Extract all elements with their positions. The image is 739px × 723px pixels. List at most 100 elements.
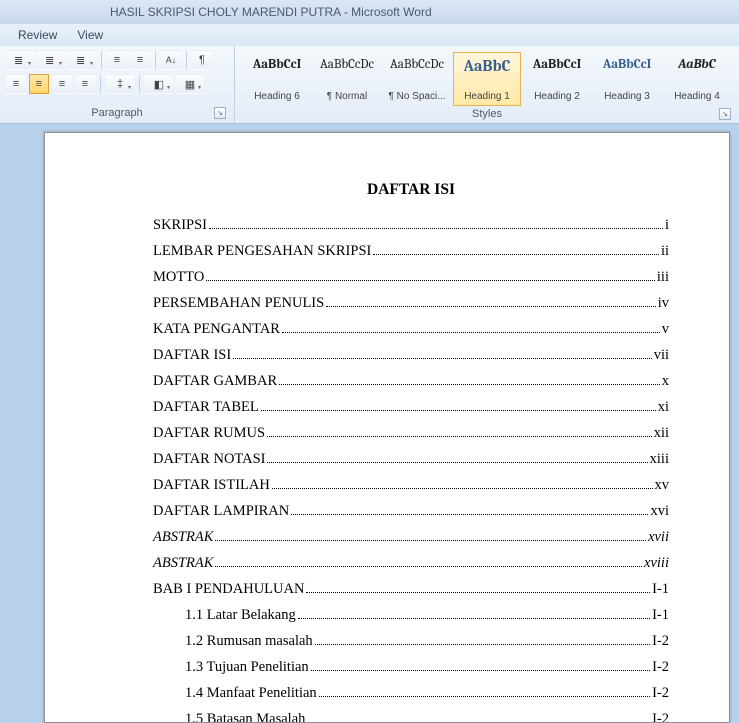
toc-page-number: I-1 <box>652 581 669 598</box>
toc-leader-dots <box>319 696 650 697</box>
toc-page-number: xvi <box>650 503 669 520</box>
paragraph-dialog-launcher[interactable]: ↘ <box>214 107 226 119</box>
sort-button[interactable]: A↓ <box>161 50 181 70</box>
ribbon-group-styles: AaBbCcIHeading 6AaBbCcDc¶ NormalAaBbCcDc… <box>235 46 739 123</box>
toc-page-number: x <box>662 373 669 390</box>
style-item-heading-6[interactable]: AaBbCcIHeading 6 <box>243 52 311 106</box>
toc-text: KATA PENGANTAR <box>153 321 280 338</box>
document-page[interactable]: DAFTAR ISI SKRIPSIi LEMBAR PENGESAHAN SKR… <box>44 132 730 723</box>
toc-leader-dots <box>267 436 652 437</box>
toc-entry: DAFTAR GAMBAR x <box>153 373 669 390</box>
tab-view[interactable]: View <box>77 28 103 42</box>
toc-entry: 1.1 Latar BelakangI-1 <box>153 607 669 624</box>
toc-entry: 1.2 Rumusan masalah I-2 <box>153 633 669 650</box>
toc-entry: 1.5 Batasan MasalahI-2 <box>153 711 669 723</box>
toc-text: DAFTAR ISI <box>153 347 231 364</box>
ribbon-group-paragraph: ≣ ≣ ≣ ≡ ≡ A↓ ¶ ≡ ≡ ≡ ≡ ‡ ◧ ▦ <box>0 46 235 123</box>
style-preview: AaBbC <box>464 57 511 75</box>
style-preview: AaBbCcDc <box>320 57 374 72</box>
toc-leader-dots <box>209 228 663 229</box>
toc-page-number: iii <box>657 269 669 286</box>
toc-entry: ABSTRAKxviii <box>153 555 669 572</box>
toc-page-number: I-2 <box>652 659 669 676</box>
toc-leader-dots <box>215 566 642 567</box>
toc-leader-dots <box>311 670 650 671</box>
style-item-heading-2[interactable]: AaBbCcIHeading 2 <box>523 52 591 106</box>
toc-text: ABSTRAK <box>153 529 213 546</box>
ribbon: ≣ ≣ ≣ ≡ ≡ A↓ ¶ ≡ ≡ ≡ ≡ ‡ ◧ ▦ <box>0 46 739 124</box>
style-label: Heading 3 <box>604 91 650 102</box>
toc-entry: DAFTAR RUMUS xii <box>153 425 669 442</box>
toc-text: BAB I PENDAHULUAN <box>153 581 304 598</box>
styles-gallery: AaBbCcIHeading 6AaBbCcDc¶ NormalAaBbCcDc… <box>241 50 733 108</box>
justify-button[interactable]: ≡ <box>75 74 95 94</box>
toc-text: LEMBAR PENGESAHAN SKRIPSI <box>153 243 371 260</box>
toc-text: DAFTAR TABEL <box>153 399 259 416</box>
align-center-button[interactable]: ≡ <box>29 74 49 94</box>
paragraph-group-label: Paragraph ↘ <box>6 107 228 121</box>
toc-entry: SKRIPSIi <box>153 217 669 234</box>
toc-entry: MOTTO iii <box>153 269 669 286</box>
toc-entry: ABSTRAKxvii <box>153 529 669 546</box>
toc-entry: DAFTAR ISI vii <box>153 347 669 364</box>
window-title: HASIL SKRIPSI CHOLY MARENDI PUTRA - Micr… <box>110 5 432 19</box>
toc-text: 1.3 Tujuan Penelitian <box>185 659 309 676</box>
style-preview: AaBbCcI <box>253 57 302 72</box>
style-item-heading-4[interactable]: AaBbCHeading 4 <box>663 52 731 106</box>
toc-page-number: xii <box>654 425 669 442</box>
style-item-heading-1[interactable]: AaBbC Heading 1 <box>453 52 521 106</box>
style-item-heading-3[interactable]: AaBbCcIHeading 3 <box>593 52 661 106</box>
page-title: DAFTAR ISI <box>153 181 669 199</box>
toc-entry: KATA PENGANTARv <box>153 321 669 338</box>
toc-entry: DAFTAR TABELxi <box>153 399 669 416</box>
multilevel-button[interactable]: ≣ <box>68 50 96 70</box>
toc-text: MOTTO <box>153 269 204 286</box>
style-item--normal[interactable]: AaBbCcDc ¶ Normal <box>313 52 381 106</box>
styles-group-label: Styles ↘ <box>241 108 733 122</box>
align-right-button[interactable]: ≡ <box>52 74 72 94</box>
toc-leader-dots <box>267 462 647 463</box>
increase-indent-button[interactable]: ≡ <box>130 50 150 70</box>
show-marks-button[interactable]: ¶ <box>192 50 212 70</box>
toc-text: DAFTAR ISTILAH <box>153 477 270 494</box>
decrease-indent-button[interactable]: ≡ <box>107 50 127 70</box>
toc-text: DAFTAR RUMUS <box>153 425 265 442</box>
styles-dialog-launcher[interactable]: ↘ <box>719 108 731 120</box>
toc-entry: 1.4 Manfaat Penelitian I-2 <box>153 685 669 702</box>
toc-text: 1.4 Manfaat Penelitian <box>185 685 317 702</box>
toc-page-number: xiii <box>650 451 669 468</box>
toc-text: DAFTAR GAMBAR <box>153 373 277 390</box>
style-label: ¶ Normal <box>327 91 367 102</box>
toc-leader-dots <box>291 514 648 515</box>
borders-button[interactable]: ▦ <box>176 74 204 94</box>
toc-leader-dots <box>315 644 650 645</box>
workspace: DAFTAR ISI SKRIPSIi LEMBAR PENGESAHAN SKR… <box>0 124 739 723</box>
shading-button[interactable]: ◧ <box>145 74 173 94</box>
ribbon-tabs: Review View <box>0 24 739 46</box>
toc-leader-dots <box>373 254 659 255</box>
toc-page-number: I-2 <box>652 685 669 702</box>
toc-leader-dots <box>306 592 650 593</box>
style-label: ¶ No Spaci... <box>388 91 445 102</box>
tab-review[interactable]: Review <box>18 28 57 42</box>
align-left-button[interactable]: ≡ <box>6 74 26 94</box>
toc-leader-dots <box>272 488 653 489</box>
toc-text: 1.2 Rumusan masalah <box>185 633 313 650</box>
toc-page-number: ii <box>661 243 669 260</box>
toc-leader-dots <box>282 332 660 333</box>
style-label: Heading 1 <box>464 91 510 102</box>
toc-entry: DAFTAR ISTILAH xv <box>153 477 669 494</box>
bullets-button[interactable]: ≣ <box>6 50 34 70</box>
table-of-contents: SKRIPSIi LEMBAR PENGESAHAN SKRIPSI ii MOTTO… <box>153 217 669 723</box>
numbering-button[interactable]: ≣ <box>37 50 65 70</box>
style-label: Heading 4 <box>674 91 720 102</box>
toc-page-number: xv <box>655 477 670 494</box>
toc-entry: PERSEMBAHAN PENULISiv <box>153 295 669 312</box>
line-spacing-button[interactable]: ‡ <box>106 74 134 94</box>
toc-entry: DAFTAR LAMPIRANxvi <box>153 503 669 520</box>
toc-text: 1.5 Batasan Masalah <box>185 711 305 723</box>
toc-page-number: I-2 <box>652 633 669 650</box>
toc-page-number: vii <box>654 347 669 364</box>
style-label: Heading 2 <box>534 91 580 102</box>
style-item--no-spaci-[interactable]: AaBbCcDc¶ No Spaci... <box>383 52 451 106</box>
